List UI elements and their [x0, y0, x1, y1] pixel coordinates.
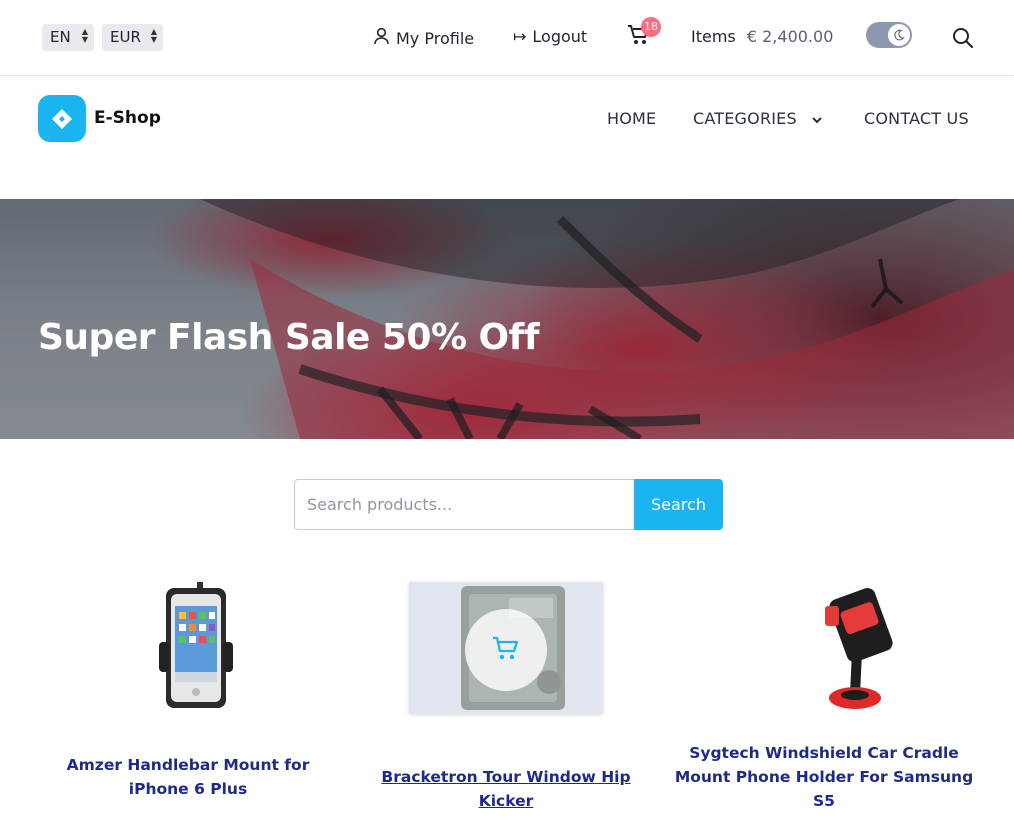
- dark-mode-toggle[interactable]: [866, 22, 912, 48]
- select-arrows-icon: ▲ ▼: [81, 27, 88, 44]
- logout-label: Logout: [532, 27, 588, 46]
- top-bar: EN ▲ ▼ EUR ▲ ▼ My Profile ↦ Logout 18 Item…: [0, 0, 1014, 76]
- language-value: EN: [50, 28, 71, 46]
- items-total: € 2,400.00: [746, 27, 834, 46]
- product-title[interactable]: Sygtech Windshield Car Cradle Mount Phon…: [674, 741, 974, 813]
- product-card[interactable]: Amzer Handlebar Mount for iPhone 6 Plus: [38, 582, 338, 798]
- product-card[interactable]: Bracketron Tour Window Hip Kicker: [356, 582, 656, 810]
- nav-categories-label: CATEGORIES: [693, 109, 797, 128]
- nav-home[interactable]: HOME: [607, 109, 656, 128]
- nav-categories[interactable]: CATEGORIES: [693, 109, 823, 128]
- hero-banner: Super Flash Sale 50% Off: [0, 199, 1014, 439]
- my-profile-link[interactable]: My Profile: [373, 27, 474, 49]
- product-title[interactable]: Amzer Handlebar Mount for iPhone 6 Plus: [38, 753, 338, 801]
- logout-icon: ↦: [513, 27, 527, 46]
- select-arrows-icon: ▲ ▼: [150, 27, 157, 44]
- my-profile-label: My Profile: [396, 28, 475, 48]
- cart-summary: Items € 2,400.00: [691, 27, 833, 46]
- nav-contact-us[interactable]: CONTACT US: [864, 109, 969, 128]
- product-card[interactable]: Sygtech Windshield Car Cradle Mount Phon…: [674, 582, 974, 810]
- product-image[interactable]: [727, 582, 921, 714]
- cart-button[interactable]: 18: [626, 17, 662, 52]
- cart-count-badge: 18: [641, 17, 661, 37]
- user-icon: [373, 27, 390, 49]
- hero-title: Super Flash Sale 50% Off: [38, 317, 539, 358]
- search-button[interactable]: Search: [634, 479, 723, 530]
- product-image[interactable]: [409, 582, 603, 714]
- add-to-cart-button[interactable]: [465, 609, 547, 691]
- search-products-input[interactable]: [294, 479, 635, 530]
- logo-icon[interactable]: [38, 95, 86, 142]
- cart-icon: [491, 633, 521, 667]
- product-image[interactable]: [91, 582, 285, 714]
- language-select[interactable]: EN ▲ ▼: [42, 24, 94, 51]
- chevron-down-icon: [811, 109, 823, 128]
- moon-icon: [888, 24, 910, 46]
- logout-link[interactable]: ↦ Logout: [513, 27, 587, 46]
- product-title[interactable]: Bracketron Tour Window Hip Kicker: [356, 765, 656, 813]
- currency-select[interactable]: EUR ▲ ▼: [102, 24, 163, 51]
- search-icon[interactable]: [952, 27, 974, 53]
- currency-value: EUR: [110, 28, 141, 46]
- brand-name[interactable]: E-Shop: [94, 108, 161, 128]
- items-label: Items: [691, 27, 736, 46]
